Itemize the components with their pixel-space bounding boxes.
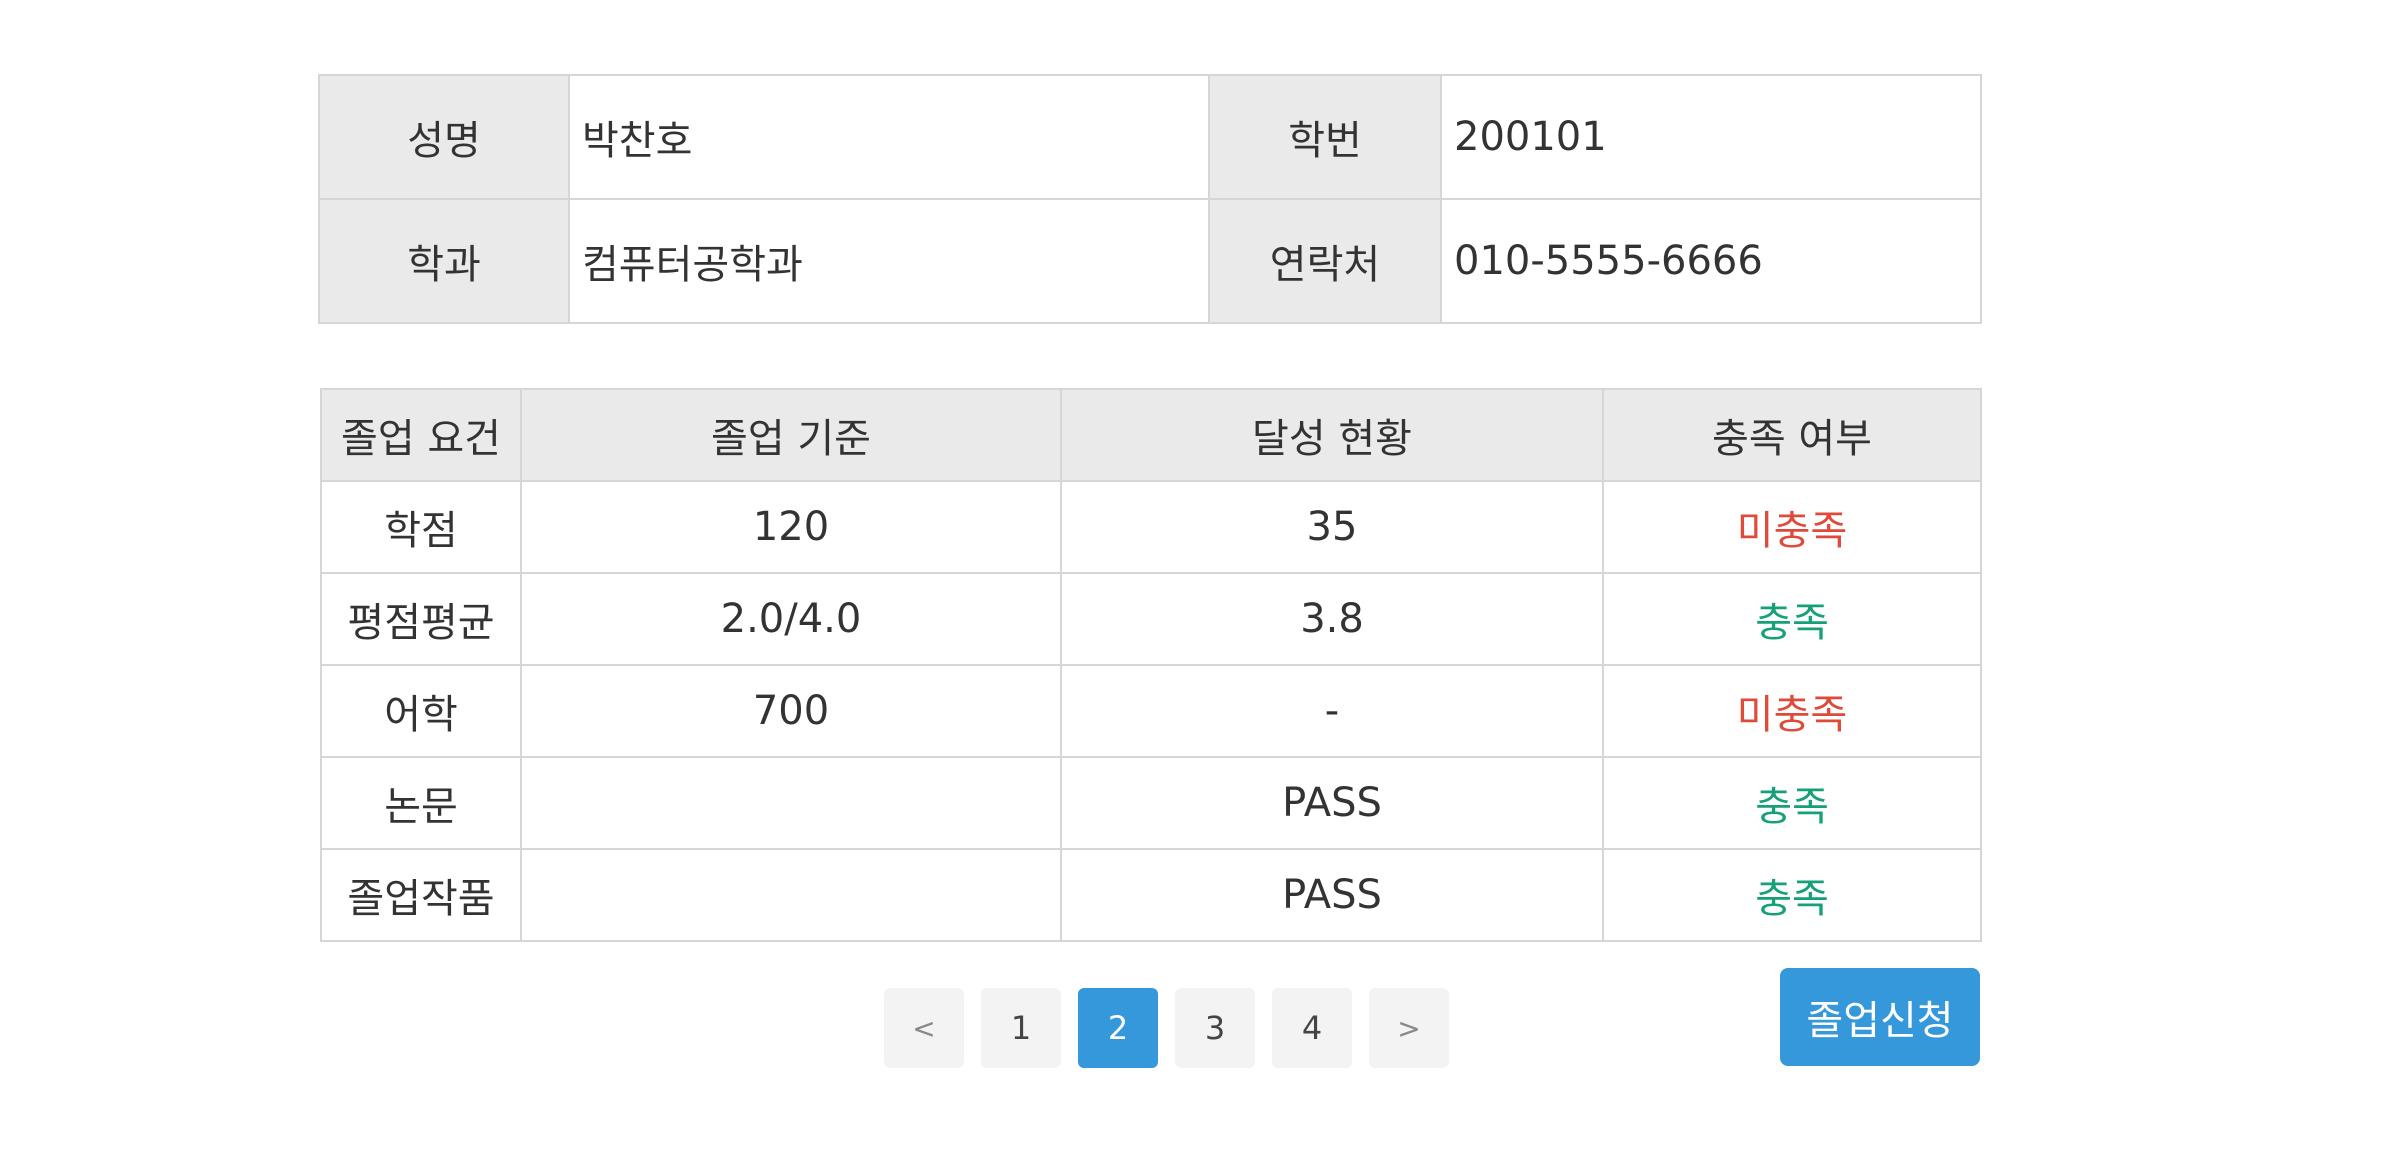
- student-info-table: 성명 박찬호 학번 200101 학과 컴퓨터공학과 연락처 010-5555-…: [318, 74, 1982, 324]
- requirement-cell: 어학: [320, 664, 522, 758]
- table-row: 졸업작품 PASS 충족: [320, 848, 1982, 942]
- status-cell: 미충족: [1602, 480, 1982, 574]
- contact-value: 010-5555-6666: [1440, 198, 1982, 324]
- header-requirement: 졸업 요건: [320, 388, 522, 482]
- pagination-page-1[interactable]: 1: [981, 988, 1061, 1068]
- status-cell: 충족: [1602, 572, 1982, 666]
- page: 성명 박찬호 학번 200101 학과 컴퓨터공학과 연락처 010-5555-…: [0, 0, 2400, 1152]
- achieved-cell: PASS: [1060, 756, 1604, 850]
- requirement-cell: 졸업작품: [320, 848, 522, 942]
- criterion-cell: [520, 756, 1062, 850]
- status-cell: 미충족: [1602, 664, 1982, 758]
- student-info-row: 학과 컴퓨터공학과 연락처 010-5555-6666: [318, 198, 1982, 324]
- pagination-next-button[interactable]: >: [1369, 988, 1449, 1068]
- achieved-cell: -: [1060, 664, 1604, 758]
- criterion-cell: [520, 848, 1062, 942]
- table-row: 학점 120 35 미충족: [320, 480, 1982, 574]
- student-info-row: 성명 박찬호 학번 200101: [318, 74, 1982, 200]
- requirement-cell: 평점평균: [320, 572, 522, 666]
- criterion-cell: 120: [520, 480, 1062, 574]
- table-header-row: 졸업 요건 졸업 기준 달성 현황 충족 여부: [320, 388, 1982, 482]
- table-row: 어학 700 - 미충족: [320, 664, 1982, 758]
- pagination-page-4[interactable]: 4: [1272, 988, 1352, 1068]
- student-id-label: 학번: [1208, 74, 1442, 200]
- graduation-requirements-table: 졸업 요건 졸업 기준 달성 현황 충족 여부 학점 120 35 미충족 평점…: [320, 388, 1982, 942]
- pagination-page-2-current[interactable]: 2: [1078, 988, 1158, 1068]
- criterion-cell: 2.0/4.0: [520, 572, 1062, 666]
- pagination-page-3[interactable]: 3: [1175, 988, 1255, 1068]
- criterion-cell: 700: [520, 664, 1062, 758]
- requirement-cell: 논문: [320, 756, 522, 850]
- header-achieved: 달성 현황: [1060, 388, 1604, 482]
- department-label: 학과: [318, 198, 570, 324]
- status-cell: 충족: [1602, 756, 1982, 850]
- table-row: 논문 PASS 충족: [320, 756, 1982, 850]
- table-row: 평점평균 2.0/4.0 3.8 충족: [320, 572, 1982, 666]
- achieved-cell: 35: [1060, 480, 1604, 574]
- requirement-cell: 학점: [320, 480, 522, 574]
- pagination: < 1 2 3 4 >: [884, 988, 1449, 1068]
- name-value: 박찬호: [568, 74, 1210, 200]
- contact-label: 연락처: [1208, 198, 1442, 324]
- graduation-apply-button[interactable]: 졸업신청: [1780, 968, 1980, 1066]
- department-value: 컴퓨터공학과: [568, 198, 1210, 324]
- status-cell: 충족: [1602, 848, 1982, 942]
- header-status: 충족 여부: [1602, 388, 1982, 482]
- pagination-prev-button[interactable]: <: [884, 988, 964, 1068]
- student-id-value: 200101: [1440, 74, 1982, 200]
- achieved-cell: 3.8: [1060, 572, 1604, 666]
- achieved-cell: PASS: [1060, 848, 1604, 942]
- name-label: 성명: [318, 74, 570, 200]
- header-criterion: 졸업 기준: [520, 388, 1062, 482]
